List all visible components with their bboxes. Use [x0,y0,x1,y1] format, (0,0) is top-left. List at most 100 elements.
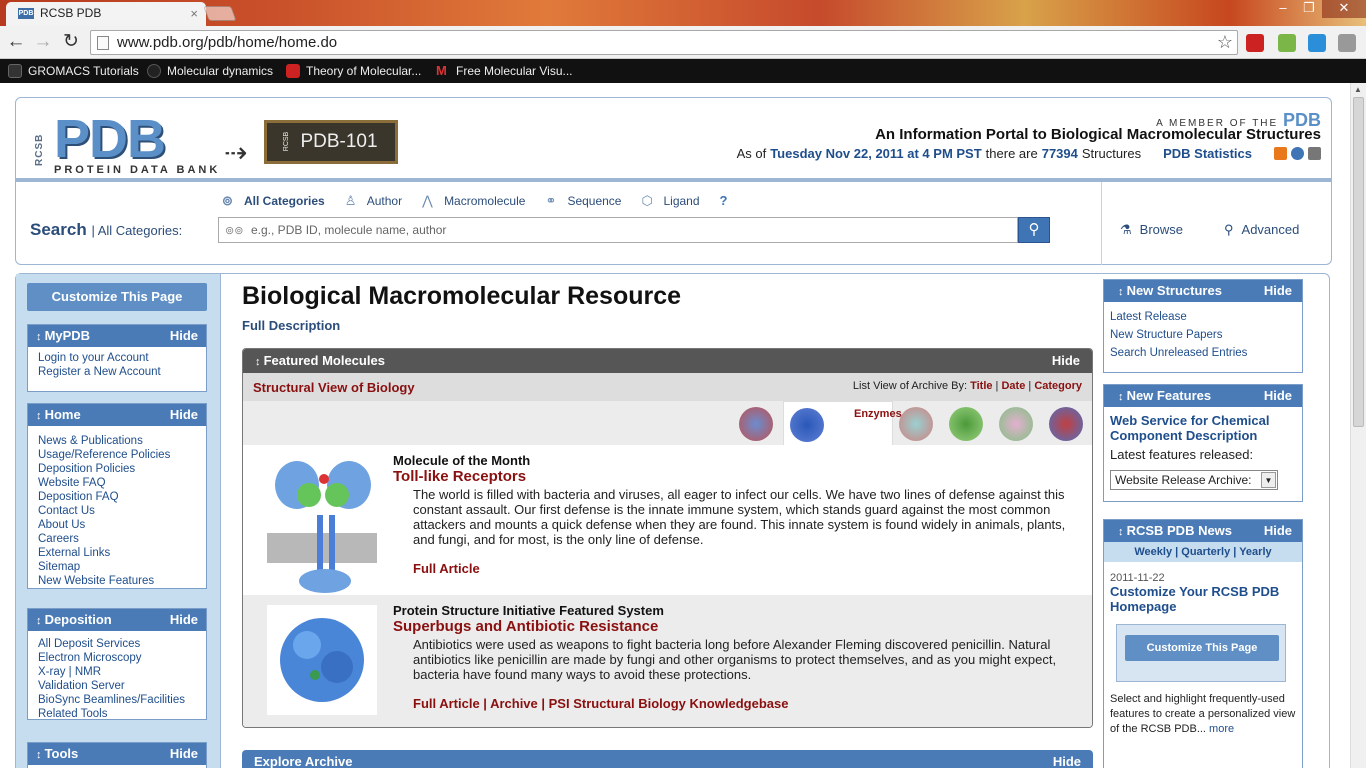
hide-button[interactable]: Hide [1264,523,1292,539]
browse-link[interactable]: ⚗ Browse [1120,222,1183,238]
rss-icon[interactable] [1274,147,1287,160]
enzyme-thumb-icon [790,408,824,442]
mypdb-panel: MyPDBHide Login to your Account Register… [27,324,207,392]
scrollbar-thumb[interactable] [1353,97,1364,427]
close-window-icon[interactable]: ✕ [1322,0,1366,18]
list-by-category[interactable]: Category [1034,380,1082,392]
category-sequence[interactable]: ⚭ Sequence [545,194,621,209]
extension-icon-1[interactable] [1246,34,1264,52]
news-customize-button[interactable]: Customize This Page [1125,635,1279,661]
search-button[interactable]: ⚲ [1018,217,1050,243]
superbug-protein-image[interactable] [267,605,377,715]
release-archive-select[interactable]: Website Release Archive: ▼ [1110,470,1278,490]
category-thumb-icon[interactable] [1049,407,1083,441]
category-macromolecule[interactable]: ⋀ Macromolecule [422,194,525,209]
wrench-icon[interactable] [1338,34,1356,52]
extension-icon-3[interactable] [1308,34,1326,52]
extension-icon-2[interactable] [1278,34,1296,52]
sidebar-link[interactable]: BioSync Beamlines/Facilities [38,693,206,707]
sidebar-link[interactable]: Sitemap [38,560,206,574]
search-help[interactable]: ? [720,194,736,208]
browser-tab[interactable]: PDB RCSB PDB × [6,2,206,26]
latest-release-link[interactable]: Latest Release [1110,308,1296,326]
maximize-icon[interactable]: ❐ [1296,0,1322,18]
print-icon[interactable] [1308,147,1321,160]
bookmark-molecular-dynamics[interactable]: Molecular dynamics [147,64,273,78]
feature-headline-link[interactable]: Web Service for Chemical Component Descr… [1110,413,1296,443]
bookmark-star-icon[interactable]: ☆ [1217,32,1233,53]
hide-button[interactable]: Hide [1052,353,1080,369]
category-author[interactable]: ♙ Author [345,194,402,209]
hide-button[interactable]: Hide [170,612,198,628]
new-structure-papers-link[interactable]: New Structure Papers [1110,326,1296,344]
sidebar-link[interactable]: Deposition Policies [38,462,206,476]
category-thumb-icon[interactable] [899,407,933,441]
news-headline-link[interactable]: Customize Your RCSB PDB Homepage [1110,584,1296,614]
address-bar[interactable]: www.pdb.org/pdb/home/home.do ☆ [90,30,1238,55]
hide-button[interactable]: Hide [170,407,198,423]
register-link[interactable]: Register a New Account [38,365,206,379]
sidebar-link[interactable]: Electron Microscopy [38,651,206,665]
advanced-link[interactable]: ⚲ Advanced [1224,222,1299,238]
category-thumb-icon[interactable] [739,407,773,441]
sidebar-link[interactable]: Website FAQ [38,476,206,490]
back-arrow-icon[interactable]: ← [5,31,27,53]
login-link[interactable]: Login to your Account [38,351,206,365]
structural-view-link[interactable]: Structural View of Biology [253,380,415,395]
molecule-title-link[interactable]: Superbugs and Antibiotic Resistance [393,618,1083,635]
molecule-title-link[interactable]: Toll-like Receptors [393,468,1083,485]
sidebar-link[interactable]: Usage/Reference Policies [38,448,206,462]
forward-arrow-icon[interactable]: → [32,31,54,53]
scroll-up-icon[interactable]: ▲ [1354,85,1362,94]
pdb-statistics-link[interactable]: PDB Statistics [1163,146,1252,161]
hide-button[interactable]: Hide [170,746,198,762]
full-description-link[interactable]: Full Description [242,318,340,333]
sidebar-link[interactable]: Validation Server [38,679,206,693]
help-icon[interactable] [1291,147,1304,160]
full-article-link[interactable]: Full Article [393,561,1083,576]
page-scrollbar[interactable]: ▲ [1350,83,1366,768]
customize-page-button[interactable]: Customize This Page [27,283,207,311]
sidebar-link[interactable]: Deposition FAQ [38,490,206,504]
more-link[interactable]: more [1209,723,1234,735]
rcsb-pdb-logo[interactable]: RCSB PDB PROTEIN DATA BANK [34,109,234,176]
weekly-link[interactable]: Weekly [1134,546,1172,558]
article-links[interactable]: Full Article | Archive | PSI Structural … [393,696,1083,711]
bookmark-gromacs[interactable]: GROMACS Tutorials [8,64,139,78]
sidebar-link[interactable]: New Website Features [38,574,206,588]
category-ligand[interactable]: ⬡ Ligand [641,194,699,209]
minimize-icon[interactable]: – [1270,0,1296,18]
sidebar-link[interactable]: All Deposit Services [38,637,206,651]
list-by-date[interactable]: Date [1001,380,1025,392]
sidebar-link[interactable]: News & Publications [38,434,206,448]
page-icon [97,36,109,50]
category-thumb-icon[interactable] [949,407,983,441]
bookmark-free-molecular[interactable]: M Free Molecular Visu... [436,64,573,78]
search-unreleased-link[interactable]: Search Unreleased Entries [1110,344,1296,362]
list-by-title[interactable]: Title [970,380,992,392]
hide-button[interactable]: Hide [1264,283,1292,299]
sidebar-link[interactable]: Contact Us [38,504,206,518]
sidebar-link[interactable]: Careers [38,532,206,546]
sidebar-link[interactable]: Related Tools [38,707,206,721]
bookmark-theory[interactable]: Theory of Molecular... [286,64,421,78]
pdb101-logo[interactable]: RCSB PDB-101 [264,120,398,164]
search-input[interactable]: ⊚⊚ e.g., PDB ID, molecule name, author [218,217,1018,243]
hide-button[interactable]: Hide [1264,388,1292,404]
tab-enzymes[interactable]: Enzymes [783,401,902,445]
list-view-controls: List View of Archive By: Title | Date | … [852,380,1082,392]
hide-button[interactable]: Hide [1053,754,1081,768]
toll-like-receptor-image[interactable] [267,455,377,595]
reload-icon[interactable]: ↻ [60,31,82,53]
page-title: Biological Macromolecular Resource [242,282,682,310]
close-tab-icon[interactable]: × [190,6,198,21]
category-all[interactable]: ⊚ All Categories [222,194,325,209]
hide-button[interactable]: Hide [170,328,198,344]
sidebar-link[interactable]: X-ray | NMR [38,665,206,679]
category-thumb-icon[interactable] [999,407,1033,441]
new-tab-button[interactable] [203,6,237,21]
quarterly-link[interactable]: Quarterly [1181,546,1230,558]
sidebar-link[interactable]: External Links [38,546,206,560]
sidebar-link[interactable]: About Us [38,518,206,532]
yearly-link[interactable]: Yearly [1239,546,1271,558]
